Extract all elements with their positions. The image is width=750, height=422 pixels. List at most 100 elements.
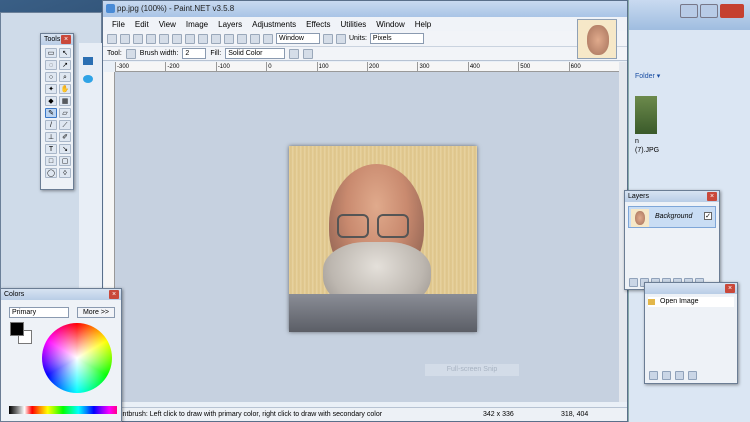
- status-hint: intbrush: Left click to draw with primar…: [121, 411, 383, 418]
- minimize-button[interactable]: [680, 4, 698, 18]
- menu-window[interactable]: Window: [371, 20, 409, 29]
- paint-bucket-icon[interactable]: ◆: [45, 96, 57, 106]
- gradient-icon[interactable]: ▦: [59, 96, 71, 106]
- redo-icon[interactable]: [237, 33, 247, 44]
- colors-panel-title: Colors ×: [1, 289, 121, 300]
- color-palette[interactable]: [9, 406, 117, 414]
- clone-stamp-icon[interactable]: ⊥: [45, 132, 57, 142]
- rectangle-icon[interactable]: □: [45, 156, 57, 166]
- color-mode-select[interactable]: Primary: [9, 307, 69, 318]
- paintnet-window[interactable]: pp.jpg (100%) - Paint.NET v3.5.8 File Ed…: [102, 0, 628, 422]
- ruler-icon[interactable]: [336, 33, 346, 44]
- fill-label: Fill:: [210, 50, 222, 57]
- units-select[interactable]: Pixels: [369, 33, 424, 44]
- open-icon[interactable]: [120, 33, 130, 44]
- history-panel[interactable]: × Open Image: [644, 282, 738, 384]
- pencil-icon[interactable]: /: [45, 120, 57, 130]
- layers-title: Layers: [628, 193, 650, 200]
- ruler-tick: -200: [165, 62, 215, 71]
- layer-row[interactable]: Background ✓: [628, 206, 716, 228]
- menubar: File Edit View Image Layers Adjustments …: [103, 17, 627, 31]
- menu-file[interactable]: File: [107, 20, 130, 29]
- folder-icon: [648, 299, 655, 305]
- menu-edit[interactable]: Edit: [130, 20, 154, 29]
- primary-color-swatch[interactable]: [10, 322, 24, 336]
- zoom-icon[interactable]: ⌕: [59, 72, 71, 82]
- recolor-icon[interactable]: ✐: [59, 132, 71, 142]
- paste-icon[interactable]: [185, 33, 195, 44]
- snip-watermark: Full-screen Snip: [425, 364, 519, 376]
- move-icon[interactable]: ↖: [59, 48, 71, 58]
- save-icon[interactable]: [133, 33, 143, 44]
- file-thumbnail[interactable]: [635, 96, 657, 134]
- paintbrush-icon[interactable]: [125, 48, 136, 59]
- line-icon[interactable]: ↘: [59, 144, 71, 154]
- undo-icon[interactable]: [224, 33, 234, 44]
- brush-width-input[interactable]: 2: [182, 48, 207, 59]
- eraser-icon[interactable]: ▱: [59, 108, 71, 118]
- menu-effects[interactable]: Effects: [301, 20, 335, 29]
- grid-icon[interactable]: [250, 33, 260, 44]
- colors-panel[interactable]: Colors × Primary More >>: [0, 288, 122, 422]
- fill-select[interactable]: Solid Color: [225, 48, 286, 59]
- menu-image[interactable]: Image: [181, 20, 213, 29]
- ellipse-select-icon[interactable]: ○: [45, 72, 57, 82]
- add-layer-icon[interactable]: [629, 278, 638, 287]
- units-label: Units:: [349, 35, 367, 42]
- more-colors-button[interactable]: More >>: [77, 307, 115, 318]
- close-icon[interactable]: ×: [109, 290, 119, 299]
- text-icon[interactable]: T: [45, 144, 57, 154]
- close-icon[interactable]: ×: [725, 284, 735, 293]
- antialiasing-icon[interactable]: [289, 48, 300, 59]
- zoom-in-icon[interactable]: [323, 33, 333, 44]
- ruler-tick: 600: [568, 62, 619, 71]
- cut-icon[interactable]: [159, 33, 169, 44]
- close-icon[interactable]: ×: [61, 35, 71, 44]
- zoom-out-icon[interactable]: [263, 33, 273, 44]
- canvas-area[interactable]: Full-screen Snip: [115, 72, 619, 402]
- color-picker-icon[interactable]: ⟋: [59, 120, 71, 130]
- print-icon[interactable]: [146, 33, 156, 44]
- window-title: pp.jpg (100%) - Paint.NET v3.5.8: [117, 4, 235, 13]
- image-size-readout: 342 x 336: [483, 411, 514, 418]
- paintbrush-icon[interactable]: ✎: [45, 108, 57, 118]
- menu-utilities[interactable]: Utilities: [335, 20, 371, 29]
- ruler-tick: 100: [316, 62, 367, 71]
- zoom-select[interactable]: Window: [276, 33, 320, 44]
- copy-icon[interactable]: [172, 33, 182, 44]
- pan-icon[interactable]: ✋: [59, 84, 71, 94]
- image-canvas[interactable]: [289, 146, 477, 332]
- lasso-icon[interactable]: ◌: [45, 60, 57, 70]
- rect-select-icon[interactable]: ▭: [45, 48, 57, 58]
- menu-help[interactable]: Help: [410, 20, 436, 29]
- layer-visibility-checkbox[interactable]: ✓: [704, 212, 712, 220]
- close-icon[interactable]: ×: [707, 192, 717, 201]
- home-icon[interactable]: [83, 57, 93, 65]
- twitter-icon[interactable]: [83, 75, 93, 83]
- blend-mode-icon[interactable]: [303, 48, 314, 59]
- image-thumbnail-preview[interactable]: [577, 19, 617, 59]
- undo-icon[interactable]: [662, 371, 671, 380]
- rounded-rect-icon[interactable]: ▢: [59, 156, 71, 166]
- menu-layers[interactable]: Layers: [213, 20, 247, 29]
- fast-forward-icon[interactable]: [688, 371, 697, 380]
- history-entry[interactable]: Open Image: [648, 297, 734, 307]
- folder-menu[interactable]: Folder ▾: [635, 72, 660, 80]
- freeform-icon[interactable]: ◊: [59, 168, 71, 178]
- menu-adjustments[interactable]: Adjustments: [247, 20, 301, 29]
- redo-icon[interactable]: [675, 371, 684, 380]
- magic-wand-icon[interactable]: ✦: [45, 84, 57, 94]
- tools-title: Tools: [44, 36, 61, 43]
- layers-panel[interactable]: Layers × Background ✓: [624, 190, 720, 290]
- crop-icon[interactable]: [198, 33, 208, 44]
- maximize-button[interactable]: [700, 4, 718, 18]
- tools-panel[interactable]: Tools × ▭ ↖ ◌ ↗ ○ ⌕ ✦ ✋ ◆ ▦ ✎ ▱ / ⟋ ⊥ ✐ …: [40, 33, 74, 190]
- rewind-icon[interactable]: [649, 371, 658, 380]
- deselect-icon[interactable]: [211, 33, 221, 44]
- close-button[interactable]: [720, 4, 744, 18]
- new-icon[interactable]: [107, 33, 117, 44]
- ellipse-icon[interactable]: ◯: [45, 168, 57, 178]
- history-panel-title: ×: [645, 283, 737, 294]
- move-selection-icon[interactable]: ↗: [59, 60, 71, 70]
- menu-view[interactable]: View: [154, 20, 181, 29]
